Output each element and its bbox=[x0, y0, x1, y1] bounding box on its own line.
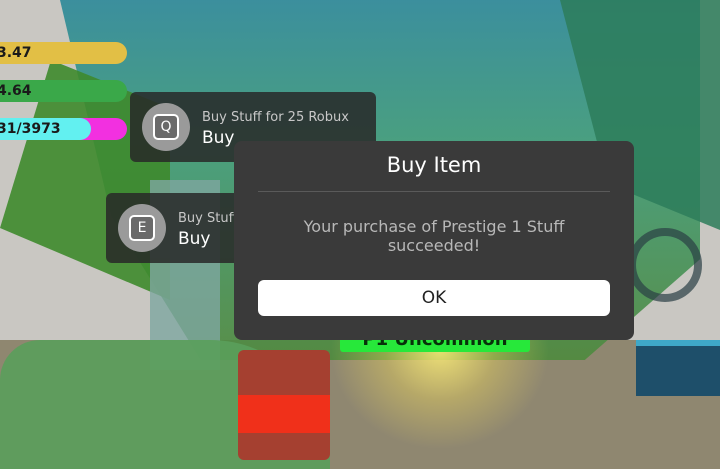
stat-value: 4.64 bbox=[0, 83, 32, 99]
buy-item-dialog: Buy Item Your purchase of Prestige 1 Stu… bbox=[234, 141, 634, 340]
stat-bar-2: 4.64 bbox=[0, 80, 127, 102]
dialog-divider bbox=[258, 191, 610, 192]
key-q-icon[interactable]: Q bbox=[142, 103, 190, 151]
prompt-object-text: Buy Stuff bbox=[178, 211, 238, 226]
blue-bench bbox=[636, 340, 720, 396]
stat-bar-1: 3.47 bbox=[0, 42, 127, 64]
progress-bar: 31/3973 bbox=[0, 118, 127, 140]
prompt-object-text: Buy Stuff for 25 Robux bbox=[202, 110, 349, 125]
prompt-action-text: Buy bbox=[202, 128, 235, 148]
key-e-icon[interactable]: E bbox=[118, 204, 166, 252]
progress-value: 31/3973 bbox=[0, 121, 61, 137]
decor-ring bbox=[628, 228, 702, 302]
dialog-title: Buy Item bbox=[386, 153, 482, 177]
red-pot-band bbox=[238, 395, 330, 433]
stat-value: 3.47 bbox=[0, 45, 32, 61]
ok-button[interactable]: OK bbox=[258, 280, 610, 316]
prompt-action-text: Buy bbox=[178, 229, 211, 249]
dialog-message: Your purchase of Prestige 1 Stuff succee… bbox=[303, 217, 565, 255]
